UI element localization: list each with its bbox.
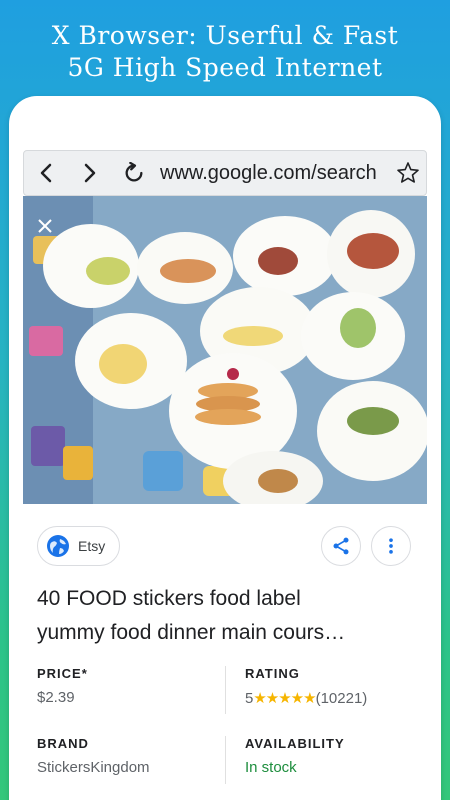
promo-title-line1: X Browser: Userful & Fast [51, 21, 399, 50]
availability-cell: AVAILABILITY In stock [245, 736, 430, 776]
back-icon [40, 163, 52, 183]
food-stickers-image [23, 196, 427, 504]
forward-button[interactable] [68, 151, 112, 195]
product-title[interactable]: 40 FOOD stickers food label yummy food d… [37, 582, 417, 650]
reload-button[interactable] [112, 151, 156, 195]
product-title-line1: 40 FOOD stickers food label [37, 587, 301, 610]
price-label: PRICE* [37, 666, 88, 681]
forward-icon [84, 163, 96, 183]
url-field[interactable]: www.google.com/search [156, 162, 390, 185]
rating-stars-icon: ★★★★★ [253, 690, 316, 707]
rating-count: (10221) [315, 690, 368, 707]
share-button[interactable] [321, 526, 361, 566]
phone-screen: www.google.com/search Etsy 40 FOOD stick… [9, 96, 441, 800]
brand-value: StickersKingdom [37, 759, 150, 776]
share-icon [333, 537, 349, 555]
rating-label: RATING [245, 666, 300, 681]
reload-icon [125, 162, 143, 182]
brand-label: BRAND [37, 736, 89, 751]
product-image[interactable] [23, 196, 427, 504]
promo-title: X Browser: Userful & Fast 5G High Speed … [0, 20, 450, 84]
source-name: Etsy [78, 538, 106, 554]
product-title-line2: yummy food dinner main cours… [37, 621, 346, 644]
rating-cell: RATING 5★★★★★(10221) [245, 666, 430, 707]
more-options-button[interactable] [371, 526, 411, 566]
bookmark-star-icon [397, 162, 419, 183]
rating-value: 5★★★★★(10221) [245, 689, 430, 707]
promo-title-line2: 5G High Speed Internet [67, 53, 383, 82]
address-bar: www.google.com/search [23, 150, 427, 196]
bookmark-button[interactable] [390, 151, 426, 195]
globe-icon [47, 535, 69, 557]
brand-cell: BRAND StickersKingdom [37, 736, 222, 776]
availability-value: In stock [245, 759, 297, 776]
availability-label: AVAILABILITY [245, 736, 345, 751]
price-cell: PRICE* $2.39 [37, 666, 222, 706]
price-value: $2.39 [37, 689, 75, 706]
back-button[interactable] [24, 151, 68, 195]
column-divider [225, 736, 226, 784]
column-divider [225, 666, 226, 714]
source-chip[interactable]: Etsy [37, 526, 121, 566]
more-vert-icon [389, 538, 393, 554]
